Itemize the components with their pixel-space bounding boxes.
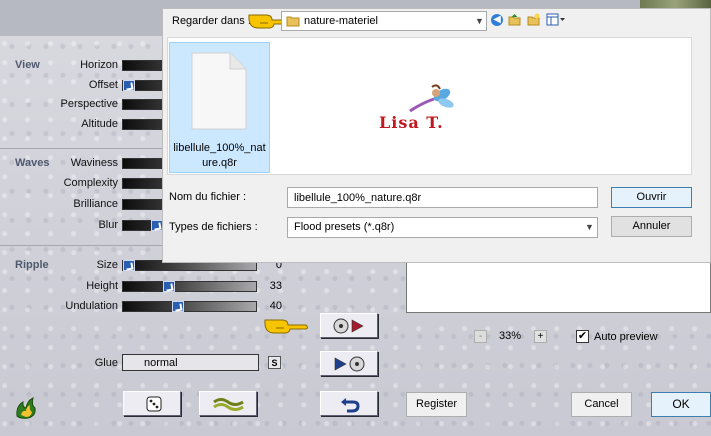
filetype-value: Flood presets (*.q8r) bbox=[294, 221, 395, 233]
dice-icon bbox=[146, 396, 162, 412]
size-label: Size bbox=[96, 259, 118, 271]
size-slider-thumb[interactable] bbox=[123, 260, 135, 271]
reset-waves-button[interactable] bbox=[199, 391, 257, 416]
offset-label: Offset bbox=[88, 79, 118, 91]
ok-button[interactable]: OK bbox=[651, 392, 711, 417]
blur-label: Blur bbox=[98, 219, 118, 231]
view-menu-icon[interactable] bbox=[546, 13, 566, 26]
dialog-cancel-button[interactable]: Annuler bbox=[611, 216, 692, 237]
look-in-label: Regarder dans : bbox=[172, 15, 251, 27]
undulation-slider[interactable] bbox=[122, 301, 257, 312]
auto-preview-label: Auto preview bbox=[594, 331, 658, 343]
file-item-selected[interactable]: libellule_100%_nature.q8r bbox=[169, 42, 270, 173]
height-slider-thumb[interactable] bbox=[163, 281, 175, 292]
cancel-button[interactable]: Cancel bbox=[571, 392, 632, 417]
complexity-label: Complexity bbox=[63, 177, 118, 189]
chevron-down-icon[interactable]: ▼ bbox=[585, 222, 594, 232]
undulation-slider-thumb[interactable] bbox=[172, 301, 184, 312]
offset-slider-thumb[interactable] bbox=[123, 80, 135, 91]
save-preset-button[interactable] bbox=[320, 351, 378, 376]
disk-arrow-icon bbox=[333, 318, 364, 334]
undo-arrow-icon bbox=[341, 398, 360, 413]
filename-input[interactable] bbox=[287, 187, 598, 208]
plugin-logo bbox=[14, 396, 38, 420]
register-button[interactable]: Register bbox=[406, 392, 467, 417]
new-folder-icon[interactable] bbox=[527, 13, 540, 26]
arrow-disk-icon bbox=[334, 356, 365, 372]
zoom-value: 33% bbox=[498, 330, 522, 342]
blank-file-icon bbox=[191, 52, 247, 130]
waviness-label: Waviness bbox=[70, 157, 118, 169]
undo-button[interactable] bbox=[320, 391, 378, 416]
signature-text: Lisa T. bbox=[379, 113, 444, 132]
zoom-out-button[interactable]: - bbox=[474, 330, 487, 343]
fairy-dragonfly-image bbox=[409, 84, 454, 113]
load-preset-button[interactable] bbox=[320, 313, 378, 338]
height-value: 33 bbox=[269, 280, 282, 292]
open-button[interactable]: Ouvrir bbox=[611, 187, 692, 208]
altitude-label: Altitude bbox=[81, 118, 118, 130]
undulation-label: Undulation bbox=[65, 300, 118, 312]
wave-icon bbox=[213, 398, 244, 411]
auto-preview-checkbox[interactable]: ✔ bbox=[576, 330, 589, 343]
glue-select[interactable]: normal bbox=[122, 354, 259, 371]
filetype-label: Types de fichiers : bbox=[169, 221, 258, 233]
zoom-in-button[interactable]: + bbox=[534, 330, 547, 343]
up-folder-icon-svg bbox=[508, 14, 521, 26]
new-folder-icon-svg bbox=[527, 13, 540, 26]
horizon-label: Horizon bbox=[80, 59, 118, 71]
filetype-select[interactable]: Flood presets (*.q8r) bbox=[287, 217, 598, 238]
brilliance-label: Brilliance bbox=[73, 198, 118, 210]
folder-icon bbox=[286, 16, 300, 27]
random-button[interactable] bbox=[123, 391, 181, 416]
height-label: Height bbox=[86, 280, 118, 292]
chevron-down-icon[interactable]: ▼ bbox=[475, 16, 484, 26]
up-folder-icon[interactable] bbox=[508, 13, 521, 26]
look-in-select[interactable]: nature-materiel bbox=[281, 11, 487, 31]
glue-s-button[interactable]: S bbox=[268, 356, 281, 369]
filename-label: Nom du fichier : bbox=[169, 191, 247, 203]
look-in-value: nature-materiel bbox=[304, 15, 378, 27]
background-photo-strip bbox=[640, 0, 711, 8]
back-icon[interactable]: ◀ bbox=[491, 14, 503, 26]
undulation-value: 40 bbox=[269, 300, 282, 312]
view-menu-icon-svg bbox=[546, 13, 565, 26]
file-name-label: libellule_100%_nature.q8r bbox=[173, 142, 266, 169]
height-slider[interactable] bbox=[122, 281, 257, 292]
perspective-label: Perspective bbox=[60, 98, 118, 110]
glue-label: Glue bbox=[94, 357, 118, 369]
flame-logo-icon bbox=[16, 397, 36, 419]
pointer-hand-icon bbox=[264, 319, 308, 334]
